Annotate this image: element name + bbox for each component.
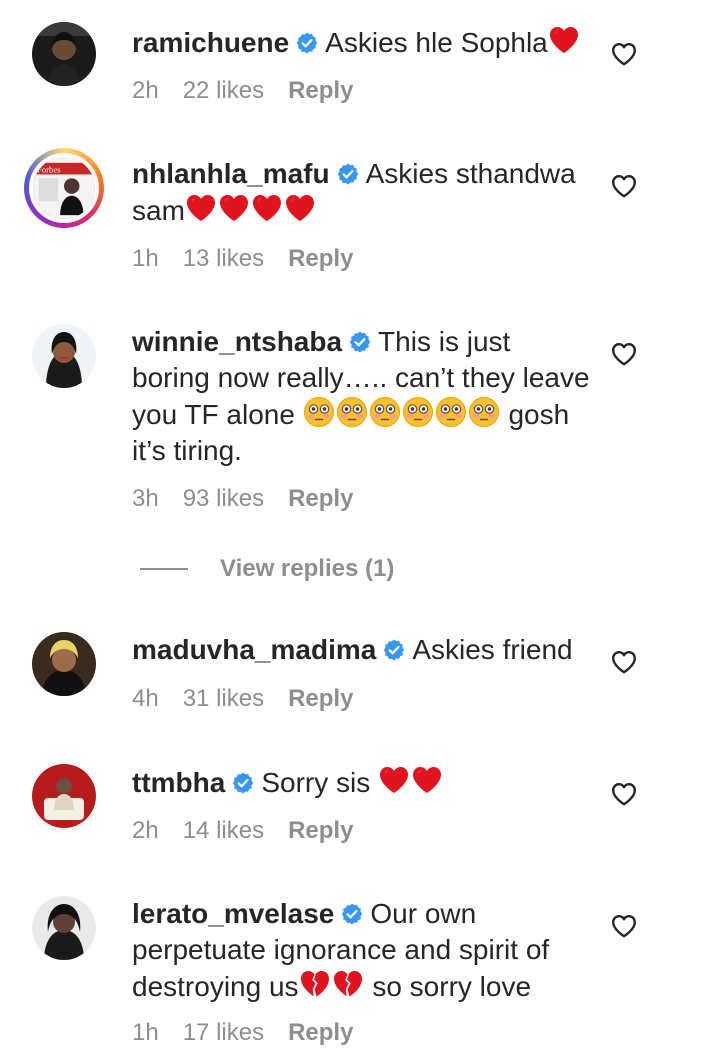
avatar[interactable]	[32, 896, 96, 960]
comment-time: 1h	[132, 1019, 159, 1046]
broken-heart-emoji	[299, 968, 331, 1000]
verified-badge-icon	[340, 902, 364, 926]
comment-text: lerato_mvelase Our own perpetuate ignoran…	[132, 896, 592, 1005]
comment-username[interactable]: lerato_mvelase	[132, 898, 334, 929]
heart-outline-icon[interactable]	[610, 912, 638, 940]
comment-body-end: so sorry love	[372, 971, 532, 1002]
comment-item: lerato_mvelase Our own perpetuate ignoran…	[0, 0, 720, 1046]
comment-likes[interactable]: 17 likes	[183, 1019, 264, 1046]
reply-button[interactable]: Reply	[288, 1019, 353, 1046]
broken-heart-emoji	[332, 968, 364, 1000]
